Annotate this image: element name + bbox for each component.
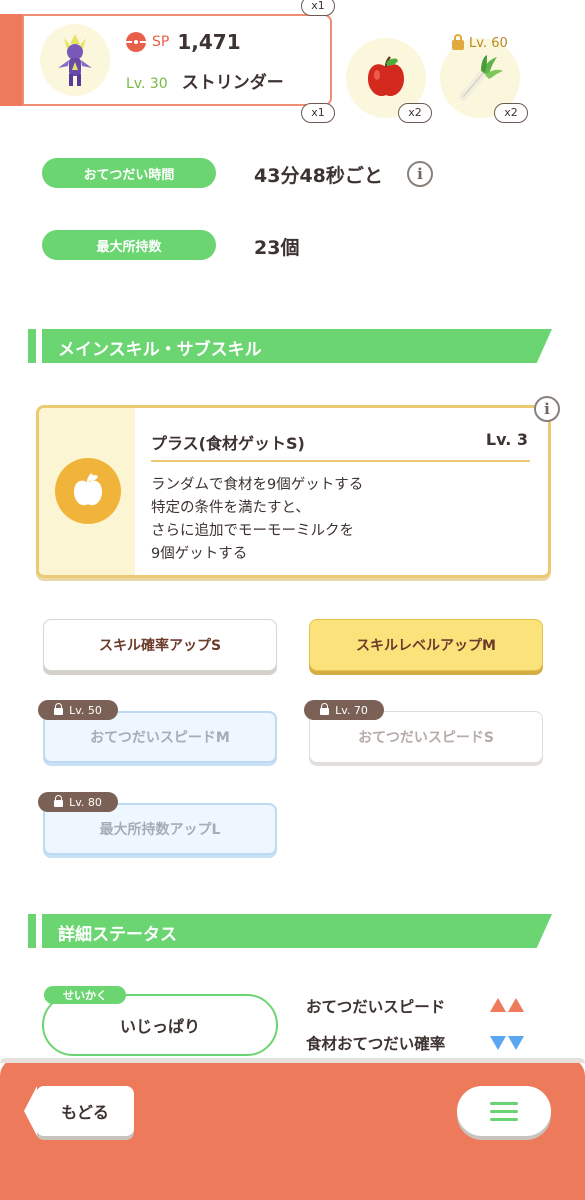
max-carry-label: 最大所持数 xyxy=(42,230,216,260)
skill-info-icon[interactable]: i xyxy=(534,396,560,422)
apple-icon xyxy=(368,56,404,97)
sp-label: SP xyxy=(152,34,170,50)
main-skill-description: ランダムで食材を9個ゲットする 特定の条件を満たすと、 さらに追加でモーモーミル… xyxy=(151,477,364,562)
section-title: 詳細ステータス xyxy=(58,925,177,945)
ingredient-count-badge: x1 xyxy=(301,0,335,16)
nature-tag: せいかく xyxy=(44,986,126,1004)
section-header-details: 詳細ステータス xyxy=(28,914,554,948)
pokemon-header-card[interactable]: SP 1,471 Lv. 30 ストリンダー xyxy=(22,14,332,106)
back-button-label: もどる xyxy=(61,1103,109,1122)
ingredient-unlock-level: Lv. 60 xyxy=(452,34,508,51)
help-time-value: 43分48秒ごと xyxy=(254,165,383,187)
ingredient-count-badge: x2 xyxy=(398,103,432,123)
pokemon-name: ストリンダー xyxy=(181,73,284,93)
ingredient-count-badge: x2 xyxy=(494,103,528,123)
pokeball-icon xyxy=(126,32,146,52)
help-time-label: おてつだい時間 xyxy=(42,158,216,188)
nature-effect-down-label: 食材おてつだい確率 xyxy=(306,1035,446,1053)
unlock-level-tag: Lv. 50 xyxy=(38,700,118,720)
menu-button[interactable] xyxy=(457,1086,551,1136)
sp-value: 1,471 xyxy=(177,30,241,54)
header-accent-bar xyxy=(0,14,22,106)
max-carry-value: 23個 xyxy=(254,237,300,259)
sub-skill-button[interactable]: スキルレベルアップM xyxy=(309,619,543,671)
info-icon[interactable]: i xyxy=(407,161,433,187)
hamburger-icon xyxy=(490,1101,518,1121)
lock-icon xyxy=(452,34,464,50)
section-title: メインスキル・サブスキル xyxy=(58,340,262,360)
unlock-level-tag: Lv. 70 xyxy=(304,700,384,720)
lock-icon xyxy=(54,794,64,807)
main-skill-level: Lv. 3 xyxy=(485,430,528,449)
pokemon-sprite-icon xyxy=(58,34,92,86)
pokemon-avatar xyxy=(40,24,110,96)
divider xyxy=(151,460,530,462)
main-skill-card[interactable]: プラス(食材ゲットS) Lv. 3 ランダムで食材を9個ゲットする 特定の条件を… xyxy=(36,405,551,578)
nature-effect-up-label: おてつだいスピード xyxy=(306,998,446,1016)
lock-icon xyxy=(54,702,64,715)
lock-icon xyxy=(320,702,330,715)
down-arrows-icon xyxy=(490,1036,524,1050)
sub-skill-button[interactable]: スキル確率アップS xyxy=(43,619,277,671)
up-arrows-icon xyxy=(490,998,524,1012)
section-header-skills: メインスキル・サブスキル xyxy=(28,329,554,363)
pokemon-level: Lv. 30 xyxy=(126,76,168,92)
ingredient-count-badge: x1 xyxy=(301,103,335,123)
unlock-level-tag: Lv. 80 xyxy=(38,792,118,812)
main-skill-name: プラス(食材ゲットS) xyxy=(151,434,305,453)
ingredient-skill-icon xyxy=(55,458,121,524)
back-button[interactable]: もどる xyxy=(24,1086,134,1136)
leek-icon xyxy=(459,55,503,101)
